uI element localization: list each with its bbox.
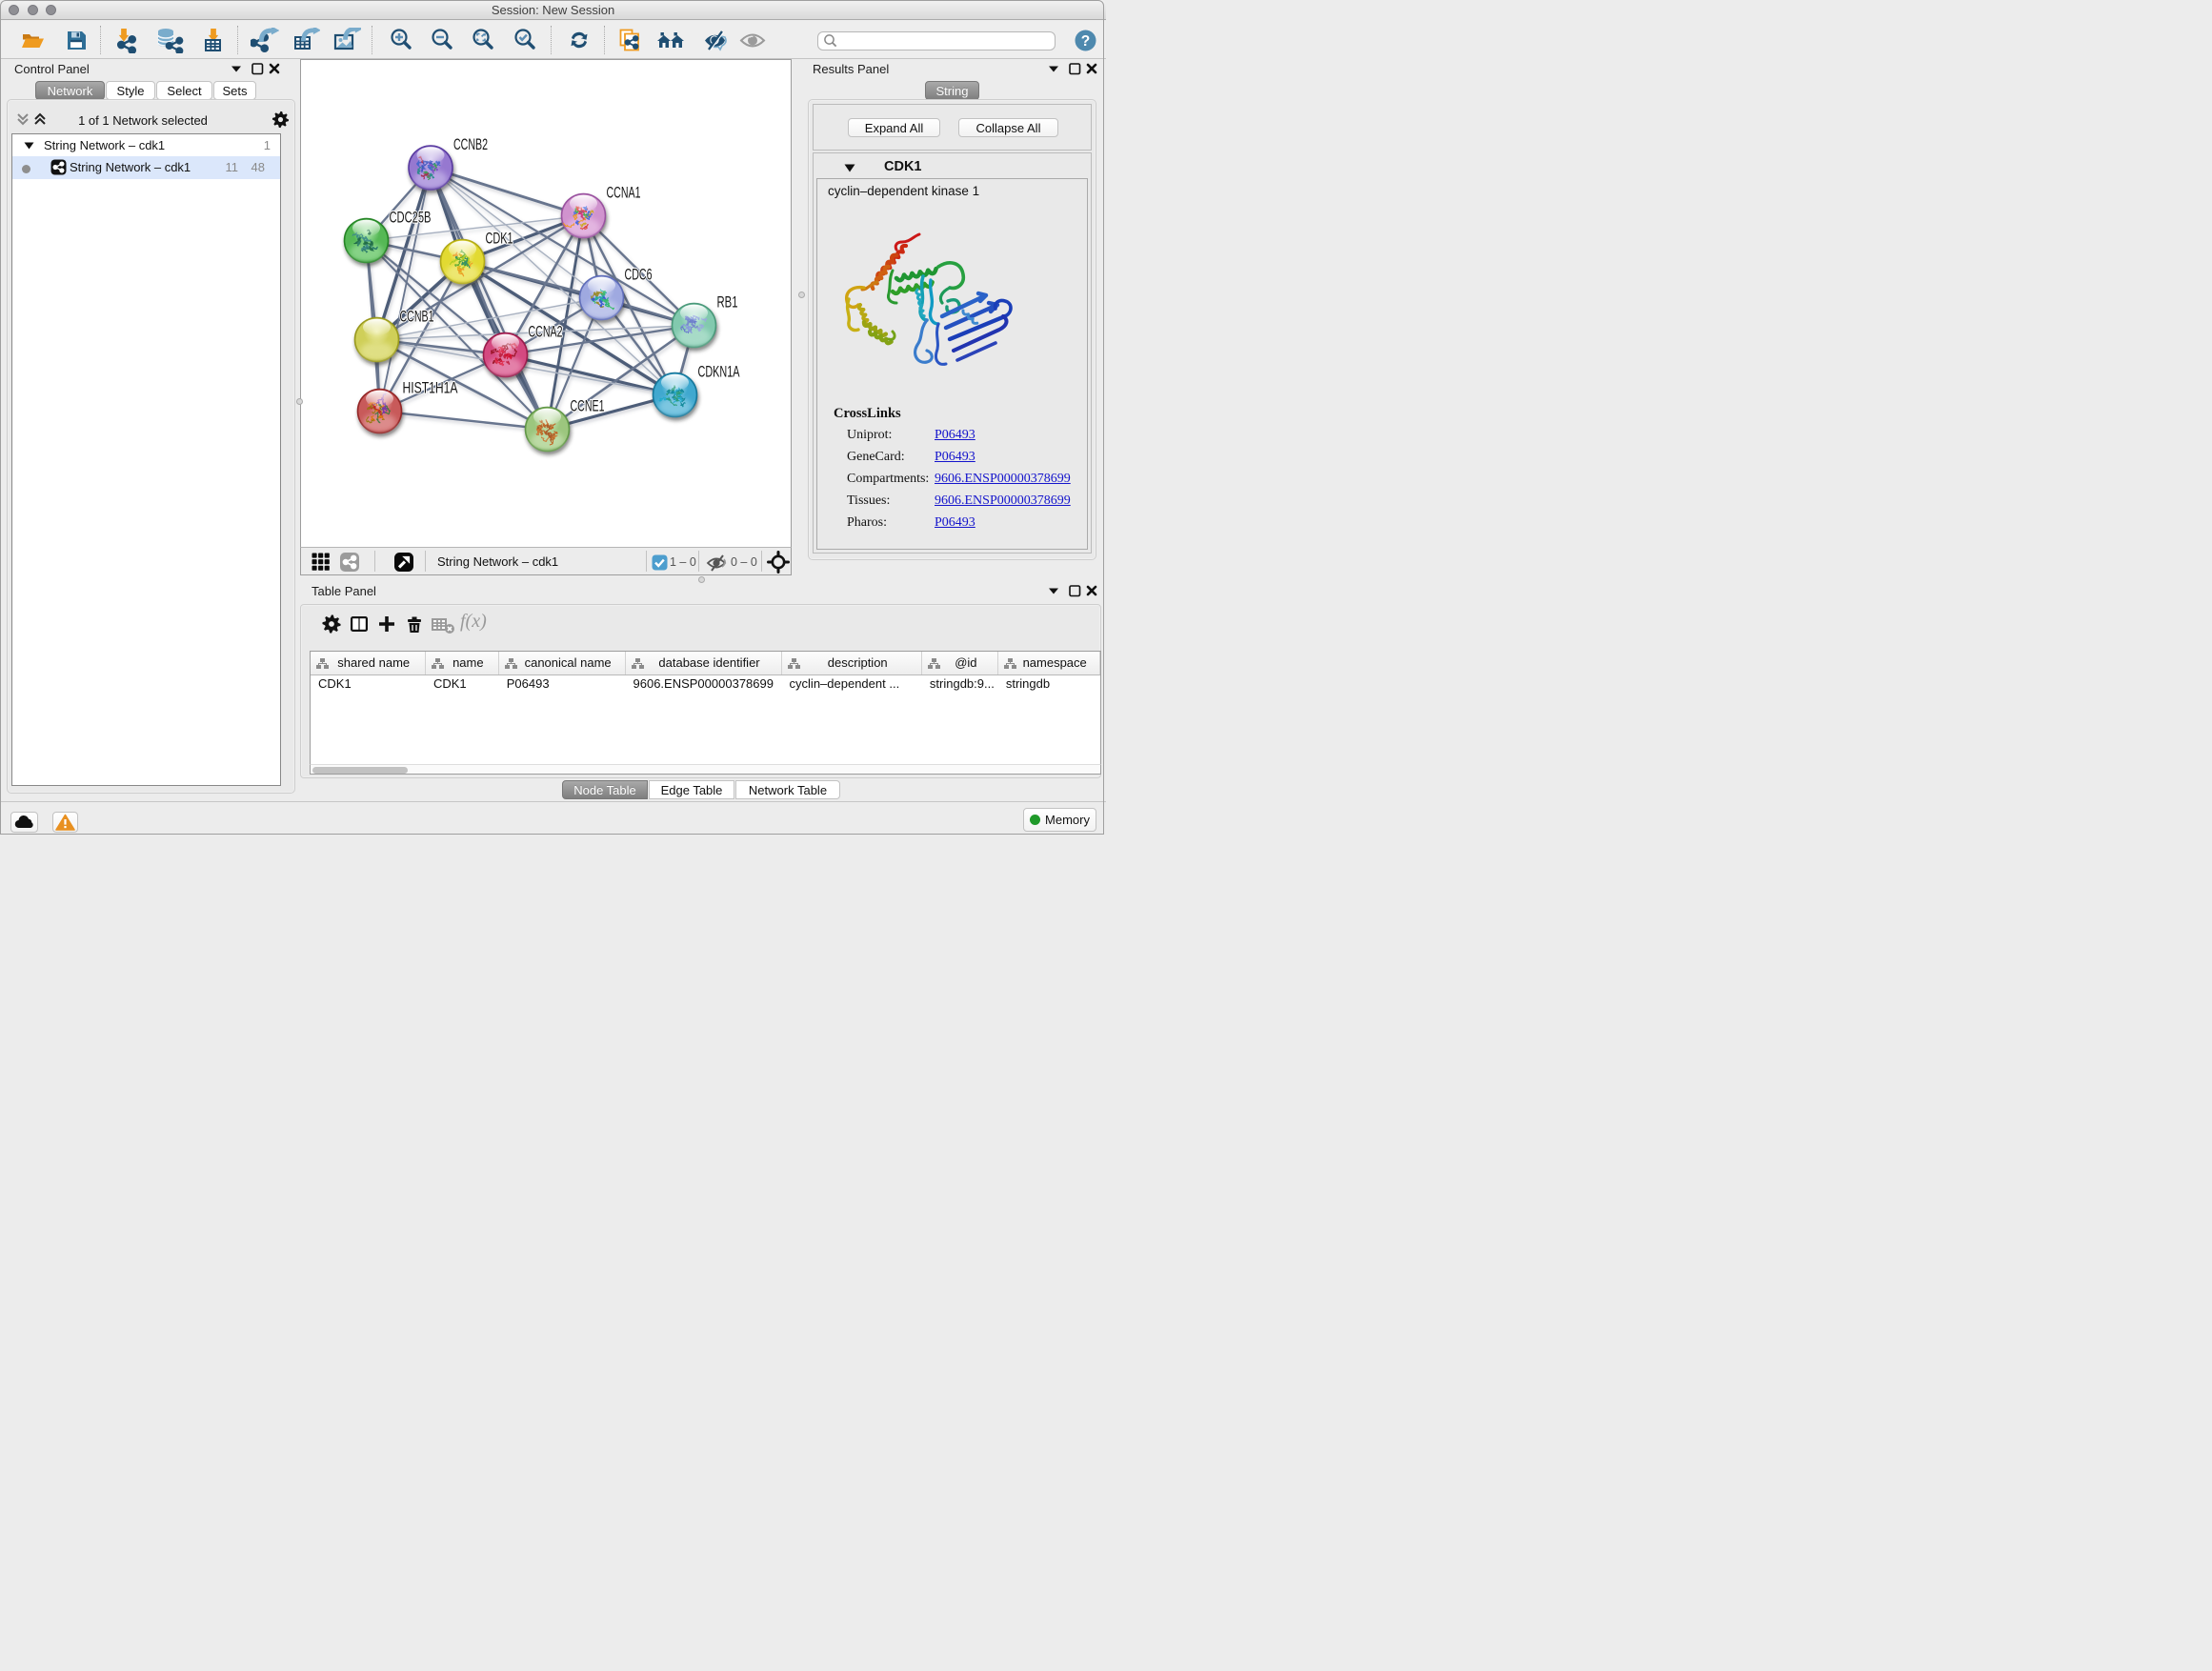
svg-text:CDK1: CDK1 bbox=[486, 231, 513, 248]
svg-text:CCNA1: CCNA1 bbox=[607, 185, 641, 202]
svg-text:CDC25B: CDC25B bbox=[390, 210, 432, 227]
svg-text:HIST1H1A: HIST1H1A bbox=[403, 380, 458, 397]
svg-text:CDC6: CDC6 bbox=[625, 267, 653, 284]
svg-text:CCNA2: CCNA2 bbox=[529, 324, 563, 341]
svg-text:RB1: RB1 bbox=[717, 294, 738, 312]
svg-text:CCNE1: CCNE1 bbox=[571, 398, 605, 415]
svg-text:CCNB2: CCNB2 bbox=[453, 136, 488, 153]
svg-text:CDKN1A: CDKN1A bbox=[698, 364, 740, 381]
svg-text:?: ? bbox=[1081, 33, 1090, 50]
svg-text:CCNB1: CCNB1 bbox=[400, 309, 434, 326]
